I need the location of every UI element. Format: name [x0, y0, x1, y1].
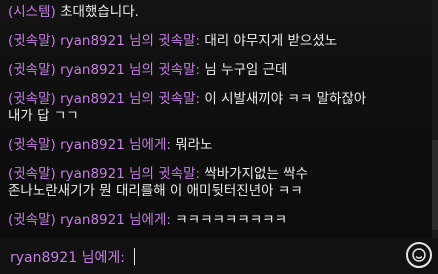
- sender-name[interactable]: ryan8921: [60, 33, 125, 49]
- whisper-tag: (귓속말): [8, 137, 56, 153]
- sender-name[interactable]: ryan8921: [60, 62, 125, 78]
- chat-input[interactable]: [134, 248, 398, 268]
- chat-message: (귓속말) ryan8921 님의 귓속말: 싹바가지없는 싹수 존나노란새기가…: [8, 166, 428, 200]
- message-text: 님 누구임 근데: [204, 62, 288, 78]
- system-message: (시스템) 초대했습니다.: [8, 4, 428, 21]
- message-text: 대리 야무지게 받으셨노: [204, 33, 338, 49]
- sender-name[interactable]: ryan8921: [60, 212, 125, 228]
- chat-input-area: ryan8921 님에게:: [0, 238, 438, 274]
- chat-message: (귓속말) ryan8921 님의 귓속말: 대리 야무지게 받으셨노: [8, 33, 428, 50]
- message-direction: 님에게:: [129, 137, 171, 153]
- system-text: 초대했습니다.: [60, 4, 139, 20]
- emoji-icon: [412, 248, 426, 262]
- message-list: (시스템) 초대했습니다. (귓속말) ryan8921 님의 귓속말: 대리 …: [8, 4, 428, 241]
- message-text: 뭐라노: [175, 137, 213, 153]
- chat-message: (귓속말) ryan8921 님에게: ㅋㅋㅋㅋㅋㅋㅋㅋㅋ: [8, 212, 428, 229]
- whisper-tag: (귓속말): [8, 212, 56, 228]
- emoji-button[interactable]: [406, 242, 432, 268]
- chat-message: (귓속말) ryan8921 님의 귓속말: 님 누구임 근데: [8, 62, 428, 79]
- whisper-target-label: ryan8921 님에게:: [10, 250, 125, 266]
- scrollbar-thumb[interactable]: [432, 140, 438, 230]
- whisper-tag: (귓속말): [8, 33, 56, 49]
- message-direction: 님의 귓속말:: [129, 91, 201, 107]
- message-direction: 님의 귓속말:: [129, 166, 201, 182]
- sender-name[interactable]: ryan8921: [60, 166, 125, 182]
- message-text: ㅋㅋㅋㅋㅋㅋㅋㅋㅋ: [175, 212, 288, 228]
- scrollbar-track[interactable]: [432, 0, 438, 240]
- message-direction: 님의 귓속말:: [129, 33, 201, 49]
- whisper-tag: (귓속말): [8, 62, 56, 78]
- chat-window: (시스템) 초대했습니다. (귓속말) ryan8921 님의 귓속말: 대리 …: [0, 0, 438, 274]
- chat-message: (귓속말) ryan8921 님의 귓속말: 이 시발새끼야 ㅋㅋ 말하잖아 내…: [8, 91, 428, 125]
- message-direction: 님의 귓속말:: [129, 62, 201, 78]
- text-caret: [134, 248, 135, 265]
- message-direction: 님에게:: [129, 212, 171, 228]
- whisper-tag: (귓속말): [8, 91, 56, 107]
- sender-name[interactable]: ryan8921: [60, 137, 125, 153]
- sender-name[interactable]: ryan8921: [60, 91, 125, 107]
- whisper-tag: (귓속말): [8, 166, 56, 182]
- chat-message: (귓속말) ryan8921 님에게: 뭐라노: [8, 137, 428, 154]
- system-tag: (시스템): [8, 4, 56, 20]
